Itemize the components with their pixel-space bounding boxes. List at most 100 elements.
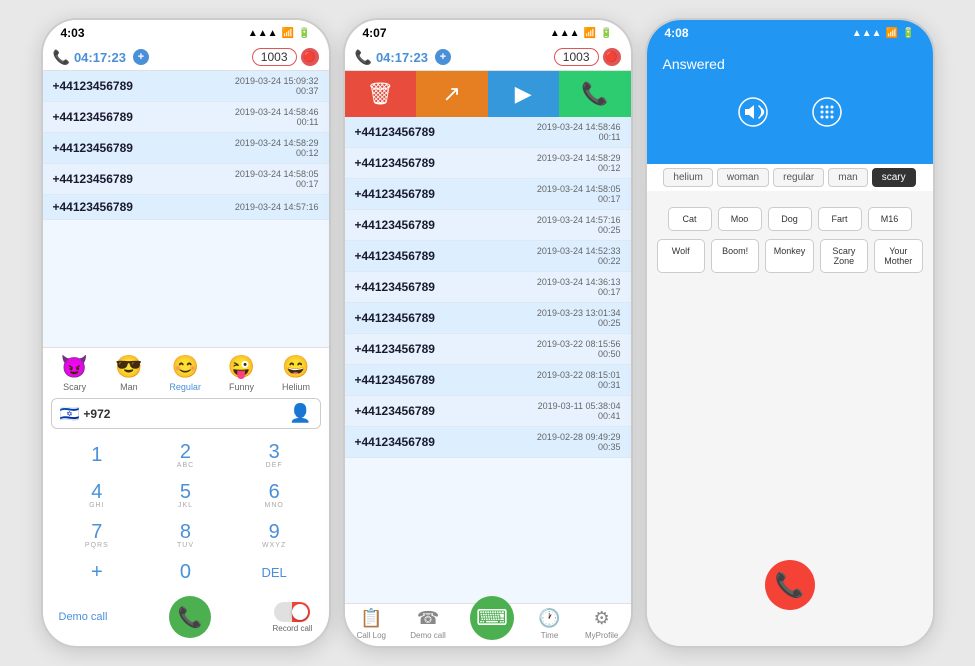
demo-call-icon: ☎: [417, 608, 439, 629]
call-item[interactable]: +44123456789 2019-03-11 05:38:0400:41: [345, 396, 631, 427]
nav-call-log[interactable]: 📋 Call Log: [357, 608, 386, 640]
dial-key-del[interactable]: DEL: [230, 555, 319, 590]
delete-action-btn[interactable]: 🗑: [345, 71, 417, 117]
call-log-label: Call Log: [357, 631, 386, 640]
plus-button-1[interactable]: +: [133, 49, 149, 65]
dial-key-0[interactable]: 0: [141, 555, 230, 590]
call-number: +44123456789: [53, 79, 133, 93]
voice-mode-man[interactable]: 😎 Man: [115, 354, 142, 392]
helium-emoji: 😄: [282, 354, 309, 380]
sound-btn-wolf[interactable]: Wolf: [657, 239, 705, 273]
end-call-area: 📞: [765, 273, 815, 630]
battery-icon-3: 🔋: [902, 28, 914, 39]
phone2-timer: 📞 04:17:23 +: [355, 49, 451, 66]
phone-input-row[interactable]: 🇮🇱 +972 👤: [51, 398, 321, 429]
sound-btn-cat[interactable]: Cat: [668, 207, 712, 231]
sound-btn-dog[interactable]: Dog: [768, 207, 812, 231]
sound-btn-scary-zone[interactable]: Scary Zone: [820, 239, 868, 273]
funny-emoji: 😜: [228, 354, 255, 380]
phone-3: 4:08 ▲▲▲ 📶 🔋 Answered: [645, 18, 935, 648]
sound-btn-m16[interactable]: M16: [868, 207, 912, 231]
call-item[interactable]: +44123456789 2019-03-24 14:58:46 00:11: [43, 102, 329, 133]
speaker-button[interactable]: [731, 90, 775, 134]
voice-mode-funny[interactable]: 😜 Funny: [228, 354, 255, 392]
dial-key-7[interactable]: 7PQRS: [53, 515, 142, 555]
end-call-button[interactable]: 📞: [765, 560, 815, 610]
call-item[interactable]: +44123456789 2019-03-24 14:58:2900:12: [345, 148, 631, 179]
battery-icon-2: 🔋: [600, 28, 612, 39]
voice-tab-woman[interactable]: woman: [717, 168, 769, 187]
dial-key-9[interactable]: 9WXYZ: [230, 515, 319, 555]
call-item[interactable]: +44123456789 2019-03-24 14:36:1300:17: [345, 272, 631, 303]
sound-btn-your-mother[interactable]: Your Mother: [874, 239, 922, 273]
call-action-btn[interactable]: 📞: [559, 71, 631, 117]
time-1: 4:03: [61, 26, 85, 40]
signal-icon-2: ▲▲▲: [550, 28, 580, 39]
dial-key-plus[interactable]: +: [53, 555, 142, 590]
record-toggle[interactable]: Record call: [272, 602, 312, 633]
call-meta: 2019-03-24 14:57:16: [235, 202, 319, 212]
phone-2: 4:07 ▲▲▲ 📶 🔋 📞 04:17:23 + 1003 🔴 🗑 ↗ ▶ 📞: [343, 18, 633, 648]
dial-key-5[interactable]: 5JKL: [141, 475, 230, 515]
play-action-btn[interactable]: ▶: [488, 71, 560, 117]
dial-key-3[interactable]: 3DEF: [230, 435, 319, 475]
voice-mode-scary[interactable]: 😈 Scary: [61, 354, 88, 392]
call-item[interactable]: +44123456789 2019-03-24 15:09:32 00:37: [43, 71, 329, 102]
call-item[interactable]: +44123456789 2019-03-24 14:58:4600:11: [345, 117, 631, 148]
number-badge-2: 1003 🔴: [554, 48, 621, 66]
call-item[interactable]: +44123456789 2019-03-22 08:15:5600:50: [345, 334, 631, 365]
status-bar-3: 4:08 ▲▲▲ 📶 🔋: [647, 20, 933, 44]
call-item[interactable]: +44123456789 2019-03-24 14:58:05 00:17: [43, 164, 329, 195]
call-item[interactable]: +44123456789 2019-03-24 14:57:1600:25: [345, 210, 631, 241]
contact-icon[interactable]: 👤: [289, 403, 311, 424]
nav-myprofile[interactable]: ⚙ MyProfile: [585, 608, 618, 640]
dial-key-2[interactable]: 2ABC: [141, 435, 230, 475]
dial-key-8[interactable]: 8TUV: [141, 515, 230, 555]
wifi-icon-1: 📶: [282, 28, 294, 39]
call-count-badge-2: 1003: [554, 48, 599, 66]
red-dot-1: 🔴: [301, 48, 319, 66]
nav-dialpad-center[interactable]: ⌨: [470, 596, 514, 640]
nav-demo-call[interactable]: ☎ Demo call: [410, 608, 446, 640]
call-item[interactable]: +44123456789 2019-03-24 14:57:16: [43, 195, 329, 220]
voice-tab-regular[interactable]: regular: [773, 168, 824, 187]
voice-mode-helium[interactable]: 😄 Helium: [282, 354, 310, 392]
answered-text: Answered: [663, 56, 917, 72]
demo-call-button[interactable]: Demo call: [59, 611, 108, 623]
call-item[interactable]: +44123456789 2019-03-22 08:15:0100:31: [345, 365, 631, 396]
call-item[interactable]: +44123456789 2019-03-24 14:58:0500:17: [345, 179, 631, 210]
nav-time[interactable]: 🕐 Time: [538, 608, 560, 640]
call-item[interactable]: +44123456789 2019-03-24 14:58:29 00:12: [43, 133, 329, 164]
sound-btn-moo[interactable]: Moo: [718, 207, 762, 231]
call-item[interactable]: +44123456789 2019-02-28 09:49:2900:35: [345, 427, 631, 458]
dial-key-6[interactable]: 6MNO: [230, 475, 319, 515]
call-button-green[interactable]: 📞: [169, 596, 211, 638]
voice-icons-row: 😈 Scary 😎 Man 😊 Regular 😜 Funny 😄 Helium: [43, 347, 329, 394]
voice-mode-regular[interactable]: 😊 Regular: [169, 354, 201, 392]
status-icons-1: ▲▲▲ 📶 🔋: [248, 28, 311, 39]
sound-btn-boom[interactable]: Boom!: [711, 239, 759, 273]
myprofile-icon: ⚙: [594, 608, 610, 629]
call-item[interactable]: +44123456789 2019-03-24 14:52:3300:22: [345, 241, 631, 272]
demo-call-nav-label: Demo call: [410, 631, 446, 640]
dial-key-1[interactable]: 1: [53, 435, 142, 475]
call-number: +44123456789: [53, 172, 133, 186]
bottom-nav: 📋 Call Log ☎ Demo call ⌨ 🕐 Time ⚙ MyProf…: [345, 603, 631, 646]
time-3: 4:08: [665, 26, 689, 40]
sound-btn-fart[interactable]: Fart: [818, 207, 862, 231]
voice-tab-helium[interactable]: helium: [663, 168, 712, 187]
myprofile-label: MyProfile: [585, 631, 618, 640]
call-list-2: +44123456789 2019-03-24 14:58:4600:11 +4…: [345, 117, 631, 603]
signal-icon-1: ▲▲▲: [248, 28, 278, 39]
plus-button-2[interactable]: +: [435, 49, 451, 65]
call-item[interactable]: +44123456789 2019-03-23 13:01:3400:25: [345, 303, 631, 334]
dial-key-4[interactable]: 4GHI: [53, 475, 142, 515]
voice-tab-man[interactable]: man: [828, 168, 867, 187]
keypad-button[interactable]: [805, 90, 849, 134]
toggle-switch[interactable]: [274, 602, 310, 622]
action-bar: 🗑 ↗ ▶ 📞: [345, 71, 631, 117]
voice-tab-scary[interactable]: scary: [872, 168, 916, 187]
sound-btn-monkey[interactable]: Monkey: [765, 239, 813, 273]
time-nav-label: Time: [541, 631, 558, 640]
share-action-btn[interactable]: ↗: [416, 71, 488, 117]
